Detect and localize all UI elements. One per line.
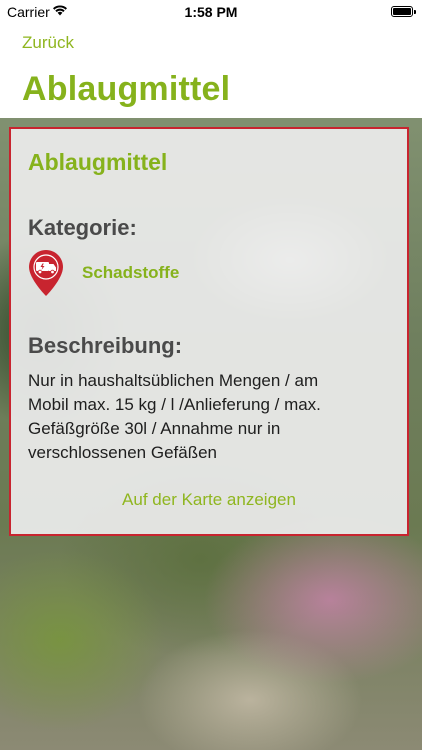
show-on-map-link[interactable]: Auf der Karte anzeigen [11, 490, 407, 510]
description-line: Gefäßgröße 30l / Annahme nur in [28, 419, 281, 438]
status-bar: Carrier 1:58 PM [0, 0, 422, 24]
navigation-bar: Zurück Ablaugmittel [0, 24, 422, 118]
description-heading: Beschreibung: [28, 333, 183, 358]
category-heading: Kategorie: [28, 215, 137, 240]
page-title: Ablaugmittel [22, 70, 231, 108]
hazmat-truck-pin-icon [29, 250, 63, 296]
detail-card: Ablaugmittel Kategorie: Schadstoffe Besc… [9, 127, 409, 536]
card-title: Ablaugmittel [28, 149, 168, 175]
description-line: Mobil max. 15 kg / l /Anlieferung / max. [28, 395, 321, 414]
category-name: Schadstoffe [82, 263, 180, 282]
back-button[interactable]: Zurück [22, 33, 74, 53]
description-text: Nur in haushaltsüblichen Mengen / am Mob… [28, 369, 358, 465]
description-line: Nur in haushaltsüblichen Mengen / am [28, 371, 319, 390]
battery-icon [391, 6, 416, 17]
description-line: verschlossenen Gefäßen [28, 443, 217, 462]
clock: 1:58 PM [184, 4, 238, 20]
